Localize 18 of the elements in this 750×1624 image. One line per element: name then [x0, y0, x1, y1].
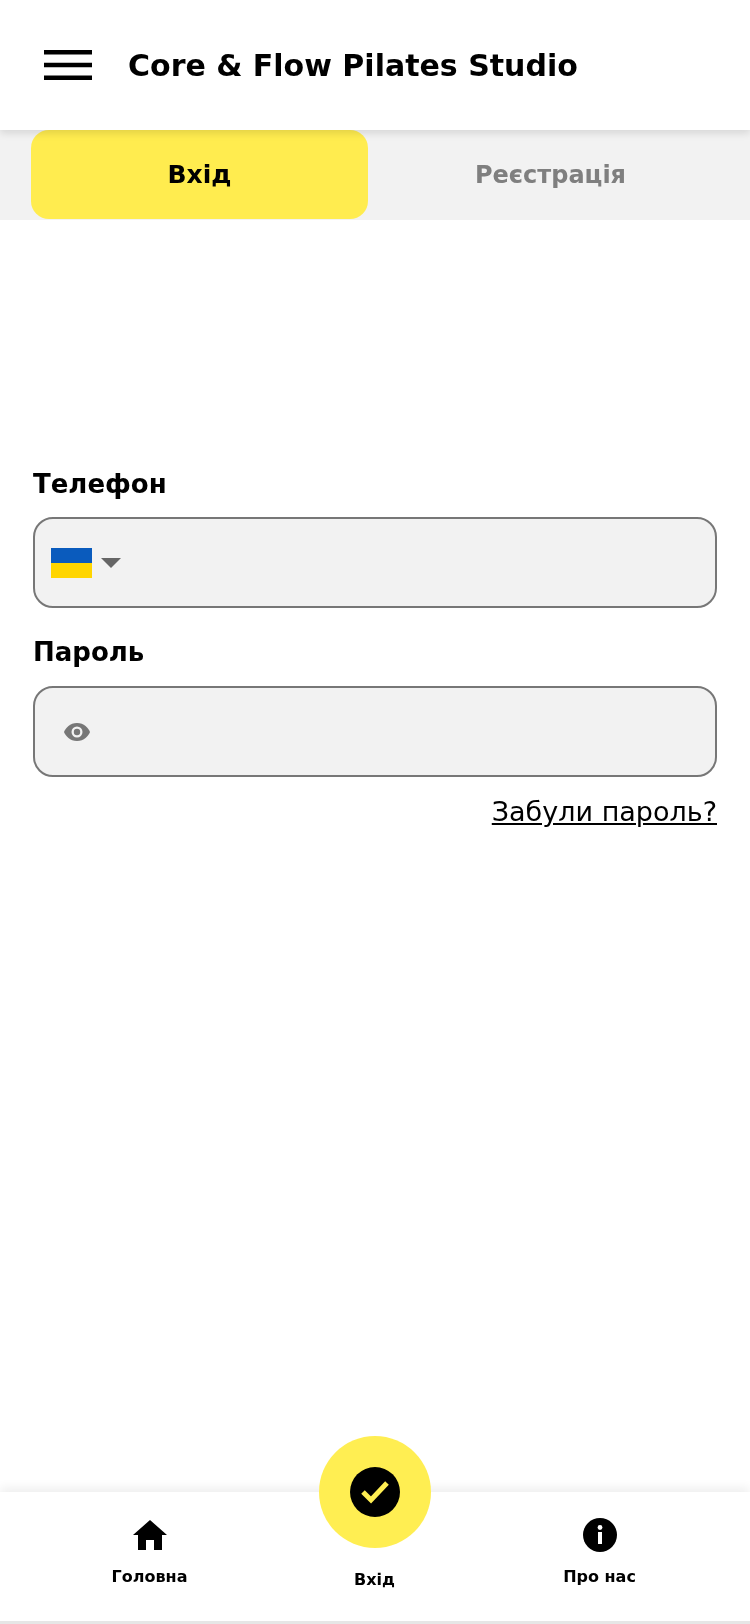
menu-icon[interactable] [44, 50, 92, 80]
caret-icon[interactable] [101, 557, 121, 568]
phone-field[interactable] [33, 517, 717, 608]
app-title: Core & Flow Pilates Studio [128, 46, 578, 85]
tab[interactable]: Вхід [31, 130, 368, 219]
phone-label: Телефон [33, 468, 168, 500]
eye-icon[interactable] [64, 722, 90, 741]
check-circle-icon [318, 1436, 431, 1548]
password-field[interactable] [33, 686, 717, 777]
nav-item[interactable]: Вхід [262, 1436, 487, 1591]
home-icon [132, 1520, 167, 1550]
forgot-password-link[interactable]: Забули пароль? [491, 795, 717, 829]
password-label: Пароль [33, 636, 146, 668]
nav-item[interactable]: Головна [37, 1492, 262, 1588]
tab[interactable]: Реєстрація [382, 130, 719, 219]
flag-icon[interactable] [51, 547, 92, 578]
nav-item[interactable]: Про нас [487, 1492, 712, 1588]
info-icon [582, 1518, 617, 1552]
